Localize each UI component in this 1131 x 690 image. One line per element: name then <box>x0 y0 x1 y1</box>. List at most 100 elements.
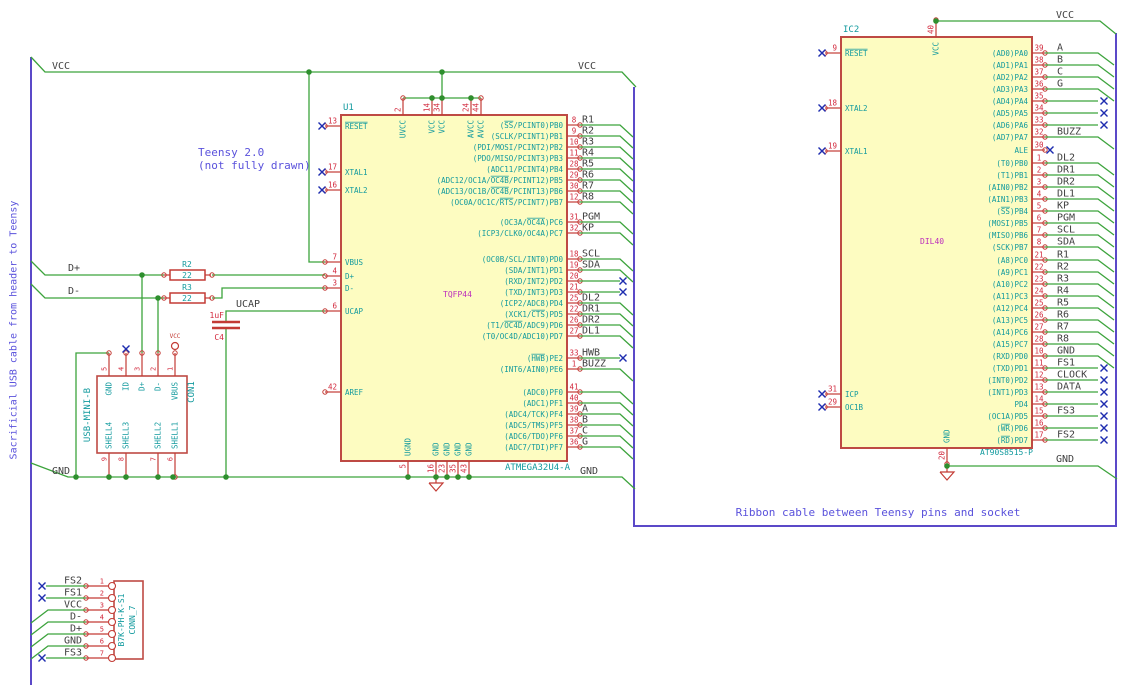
net-label-SCL[interactable]: SCL <box>1057 225 1075 236</box>
net-label-KP[interactable]: KP <box>1057 201 1069 212</box>
wire-DL1[interactable] <box>1045 198 1115 212</box>
net-label-PGM[interactable]: PGM <box>582 212 600 223</box>
wire-R5[interactable] <box>1045 307 1115 321</box>
wire[interactable] <box>936 20 1117 35</box>
wire-G[interactable] <box>1045 88 1115 102</box>
net-label-DR2[interactable]: DR2 <box>582 315 600 326</box>
net-label-R6[interactable]: R6 <box>582 170 594 181</box>
ref-R2[interactable]: R2 <box>182 260 192 269</box>
wire-DL2[interactable] <box>1045 162 1115 176</box>
value-IC2[interactable]: AT90S8515-P <box>980 448 1033 457</box>
wire-R1[interactable] <box>1045 259 1115 273</box>
note-ribbon-cable[interactable]: Ribbon cable between Teensy pins and soc… <box>736 506 1021 519</box>
net-label-R3[interactable]: R3 <box>1057 274 1069 285</box>
net-label-DL1[interactable]: DL1 <box>582 326 600 337</box>
net-label-KP[interactable]: KP <box>582 223 594 234</box>
net-label-C[interactable]: C <box>582 426 588 437</box>
wire-DR1[interactable] <box>1045 174 1115 188</box>
net-label-DL2[interactable]: DL2 <box>1057 153 1075 164</box>
wire-R4[interactable] <box>1045 295 1115 309</box>
net-label-R8[interactable]: R8 <box>1057 334 1069 345</box>
ref-CONN_7[interactable]: CONN_7 <box>128 605 137 634</box>
net-label-A[interactable]: A <box>1057 43 1063 54</box>
net-label-D-[interactable]: D- <box>68 286 80 297</box>
net-label-VCC[interactable]: VCC <box>52 61 70 72</box>
wire-SDA[interactable] <box>580 269 634 283</box>
wire[interactable] <box>30 260 164 276</box>
wire[interactable] <box>212 287 325 299</box>
value-CON1[interactable]: USB-MINI-B <box>83 388 93 442</box>
net-label-GND[interactable]: GND <box>580 466 598 477</box>
net-label-FS3[interactable]: FS3 <box>64 648 82 659</box>
value-R2[interactable]: 22 <box>182 271 192 280</box>
net-label-FS2[interactable]: FS2 <box>1057 430 1075 441</box>
net-label-VCC[interactable]: VCC <box>1056 10 1074 21</box>
ref-CON1[interactable]: CON1 <box>187 381 197 403</box>
wire[interactable] <box>30 283 164 299</box>
value-C4[interactable]: 1uF <box>210 311 225 320</box>
net-label-C[interactable]: C <box>1057 67 1063 78</box>
wire-BUZZ[interactable] <box>1045 136 1115 150</box>
wire[interactable] <box>947 465 1118 480</box>
wire-C[interactable] <box>1045 76 1115 90</box>
net-label-D+[interactable]: D+ <box>68 263 80 274</box>
value-CONN_7[interactable]: B7K-PH-K-S1 <box>117 593 126 646</box>
note-teensy[interactable]: Teensy 2.0 (not fully drawn) <box>198 146 311 172</box>
wire[interactable] <box>30 56 637 88</box>
net-label-HWB[interactable]: HWB <box>582 348 600 359</box>
net-label-DR1[interactable]: DR1 <box>582 304 600 315</box>
net-label-R6[interactable]: R6 <box>1057 310 1069 321</box>
net-label-FS1[interactable]: FS1 <box>1057 358 1075 369</box>
net-label-R1[interactable]: R1 <box>1057 250 1069 261</box>
wire[interactable] <box>225 310 325 321</box>
net-label-R5[interactable]: R5 <box>582 159 594 170</box>
wire-GND[interactable] <box>1045 355 1115 369</box>
net-label-G[interactable]: G <box>1057 79 1063 90</box>
net-label-PGM[interactable]: PGM <box>1057 213 1075 224</box>
note-sacrificial-cable[interactable]: Sacrificial USB cable from header to Tee… <box>8 201 21 460</box>
net-label-VCC[interactable]: VCC <box>64 600 82 611</box>
net-label-DL2[interactable]: DL2 <box>582 293 600 304</box>
net-label-A[interactable]: A <box>582 404 588 415</box>
wire-KP[interactable] <box>580 232 634 246</box>
net-label-GND[interactable]: GND <box>1056 454 1074 465</box>
net-label-VCC[interactable]: VCC <box>578 61 596 72</box>
net-label-FS3[interactable]: FS3 <box>1057 406 1075 417</box>
net-label-DL1[interactable]: DL1 <box>1057 189 1075 200</box>
ref-U1[interactable]: U1 <box>343 103 354 113</box>
wire-R6[interactable] <box>1045 319 1115 333</box>
net-label-R4[interactable]: R4 <box>582 148 594 159</box>
net-label-UCAP[interactable]: UCAP <box>236 299 260 310</box>
wire-B[interactable] <box>1045 64 1115 78</box>
ref-C4[interactable]: C4 <box>214 333 224 342</box>
net-label-SDA[interactable]: SDA <box>582 260 600 271</box>
net-label-R3[interactable]: R3 <box>582 137 594 148</box>
net-label-R1[interactable]: R1 <box>582 115 594 126</box>
wire-G[interactable] <box>580 446 634 460</box>
net-label-R2[interactable]: R2 <box>1057 262 1069 273</box>
net-label-R7[interactable]: R7 <box>1057 322 1069 333</box>
wire-SCL[interactable] <box>1045 234 1115 248</box>
net-label-D+[interactable]: D+ <box>70 624 82 635</box>
ref-R3[interactable]: R3 <box>182 283 192 292</box>
net-label-SDA[interactable]: SDA <box>1057 237 1075 248</box>
net-label-R4[interactable]: R4 <box>1057 286 1069 297</box>
net-label-DR2[interactable]: DR2 <box>1057 177 1075 188</box>
ref-IC2[interactable]: IC2 <box>843 25 859 35</box>
wire-SDA[interactable] <box>1045 246 1115 260</box>
wire-R3[interactable] <box>1045 283 1115 297</box>
footprint-IC2[interactable]: DIL40 <box>920 237 944 246</box>
net-label-SCL[interactable]: SCL <box>582 249 600 260</box>
wire[interactable] <box>308 72 325 263</box>
net-label-R5[interactable]: R5 <box>1057 298 1069 309</box>
net-label-R2[interactable]: R2 <box>582 126 594 137</box>
net-label-BUZZ[interactable]: BUZZ <box>582 359 606 370</box>
wire-DL1[interactable] <box>580 335 634 349</box>
net-label-CLOCK[interactable]: CLOCK <box>1057 370 1087 381</box>
net-label-FS1[interactable]: FS1 <box>64 588 82 599</box>
net-label-FS2[interactable]: FS2 <box>64 576 82 587</box>
net-label-GND[interactable]: GND <box>52 466 70 477</box>
wire-DR2[interactable] <box>1045 186 1115 200</box>
net-label-D-[interactable]: D- <box>70 612 82 623</box>
footprint-U1[interactable]: TQFP44 <box>443 290 472 299</box>
